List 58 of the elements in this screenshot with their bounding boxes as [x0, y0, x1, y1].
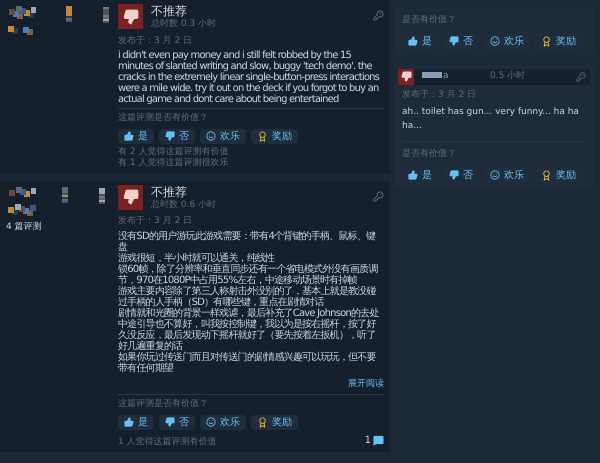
thumbs-up-icon — [124, 417, 134, 427]
vote-stat: 1 人觉得这篇评测有价值 — [118, 436, 217, 448]
review-text: ah.. toilet has gun... very funny... ha ha ha... — [402, 106, 580, 132]
vote-button[interactable]: 是 — [118, 414, 154, 430]
thumbs-up-icon — [408, 36, 418, 46]
vote-stat: 有 2 人觉得这篇评测有价值 — [118, 146, 228, 158]
post-date: 发布于：3 月 2 日 — [118, 34, 194, 48]
thumbs-down-icon — [449, 36, 459, 46]
review-text: 中途引导也不算好，叫我按控制键，我以为是按右摇杆，按了好久没反应，最后发现动下摇杆就好了（要先按着左扳机），听了好几遍重复的话 — [118, 318, 378, 352]
thumbs-up-icon — [408, 170, 418, 180]
vote-stat: 有 1 人觉得这篇评测很欢乐 — [118, 158, 228, 168]
vote-button[interactable]: 是 — [118, 128, 154, 144]
vote-button[interactable]: 奖励 — [251, 128, 298, 144]
review-count: 4 篇评测 — [6, 220, 43, 234]
smiley-icon — [490, 170, 500, 180]
verdict-title: 不推荐 — [151, 4, 188, 18]
expand-link[interactable]: 展开阅读 — [348, 378, 384, 391]
post-date: 发布于：3 月 2 日 — [402, 88, 478, 102]
vote-button[interactable]: 欢乐 — [200, 414, 246, 430]
helpful-question: 这篇评测是否有价值？ — [118, 398, 209, 411]
helpful-question: 是否有价值？ — [402, 14, 457, 27]
award-icon — [541, 170, 552, 180]
review-text: 游戏很短，半小时就可以通关，纯线性 — [118, 252, 276, 264]
thumbs-down-icon — [165, 417, 175, 427]
playtime: 0.5 小时 — [490, 70, 526, 83]
vote-button[interactable]: 否 — [159, 414, 195, 430]
review-text: 游戏主要内容除了第三人称射击外没别的了，基本上就是教没碰过手柄的人手柄（SD）有哪些键，重点在剧情对话 — [118, 286, 378, 308]
vote-button[interactable]: 奖励 — [251, 414, 298, 430]
vote-button[interactable]: 欢乐 — [200, 128, 246, 144]
key-icon[interactable] — [373, 190, 384, 202]
thumbs-down-badge — [118, 184, 143, 210]
thumbs-up-icon — [124, 131, 134, 141]
award-icon — [257, 130, 268, 142]
award-icon — [541, 36, 552, 46]
review-text: 锁60帧，除了分辨率和垂直同步还有一个省电模式外没有画质调节，970在1080P中占用55%左右，中途移动场景时有掉帧 — [118, 264, 379, 286]
thumbs-down-icon — [449, 170, 459, 180]
verdict-title: 不推荐 — [151, 184, 188, 198]
comment-count[interactable]: 1 — [364, 432, 384, 448]
thumbs-down-badge — [398, 68, 414, 84]
smiley-icon — [206, 131, 216, 141]
helpful-question: 这篇评测是否有价值？ — [118, 112, 209, 125]
post-date: 发布于：3 月 2 日 — [118, 215, 194, 228]
playtime: 总时数 0.3 小时 — [151, 18, 218, 31]
key-icon[interactable] — [373, 10, 384, 21]
playtime: 总时数 0.6 小时 — [151, 198, 218, 212]
review-text: i didn't even pay money and i still felt robbed by the 15 minutes of slanted writing and slow, buggy 'tech demo'. the cracks in the extremely linear single-button-press interactions were a mile wide. try it out on the deck if you forgot to buy an actual game and dont care about being entertained — [118, 50, 380, 105]
award-icon — [257, 416, 268, 428]
review-text: 如果你玩过传送门而且对传送门的剧情感兴趣可以玩玩，但不要带有任何期望 — [118, 352, 377, 374]
review-text: 剧情就和光圈的背景一样戏谑，最后补充了Cave Johnson的去处 — [118, 308, 380, 318]
smiley-icon — [490, 36, 500, 46]
smiley-icon — [206, 417, 216, 427]
thumbs-down-badge — [118, 4, 143, 29]
reviewer-name[interactable]: a — [422, 70, 482, 84]
thumbs-down-icon — [165, 131, 175, 141]
review-text: 没有SD的用户游玩此游戏需要：带有4个背键的手柄、鼠标、键盘 — [118, 230, 377, 252]
vote-button[interactable]: 否 — [159, 128, 195, 144]
helpful-question: 是否有价值？ — [402, 148, 457, 161]
key-icon[interactable] — [576, 72, 586, 82]
